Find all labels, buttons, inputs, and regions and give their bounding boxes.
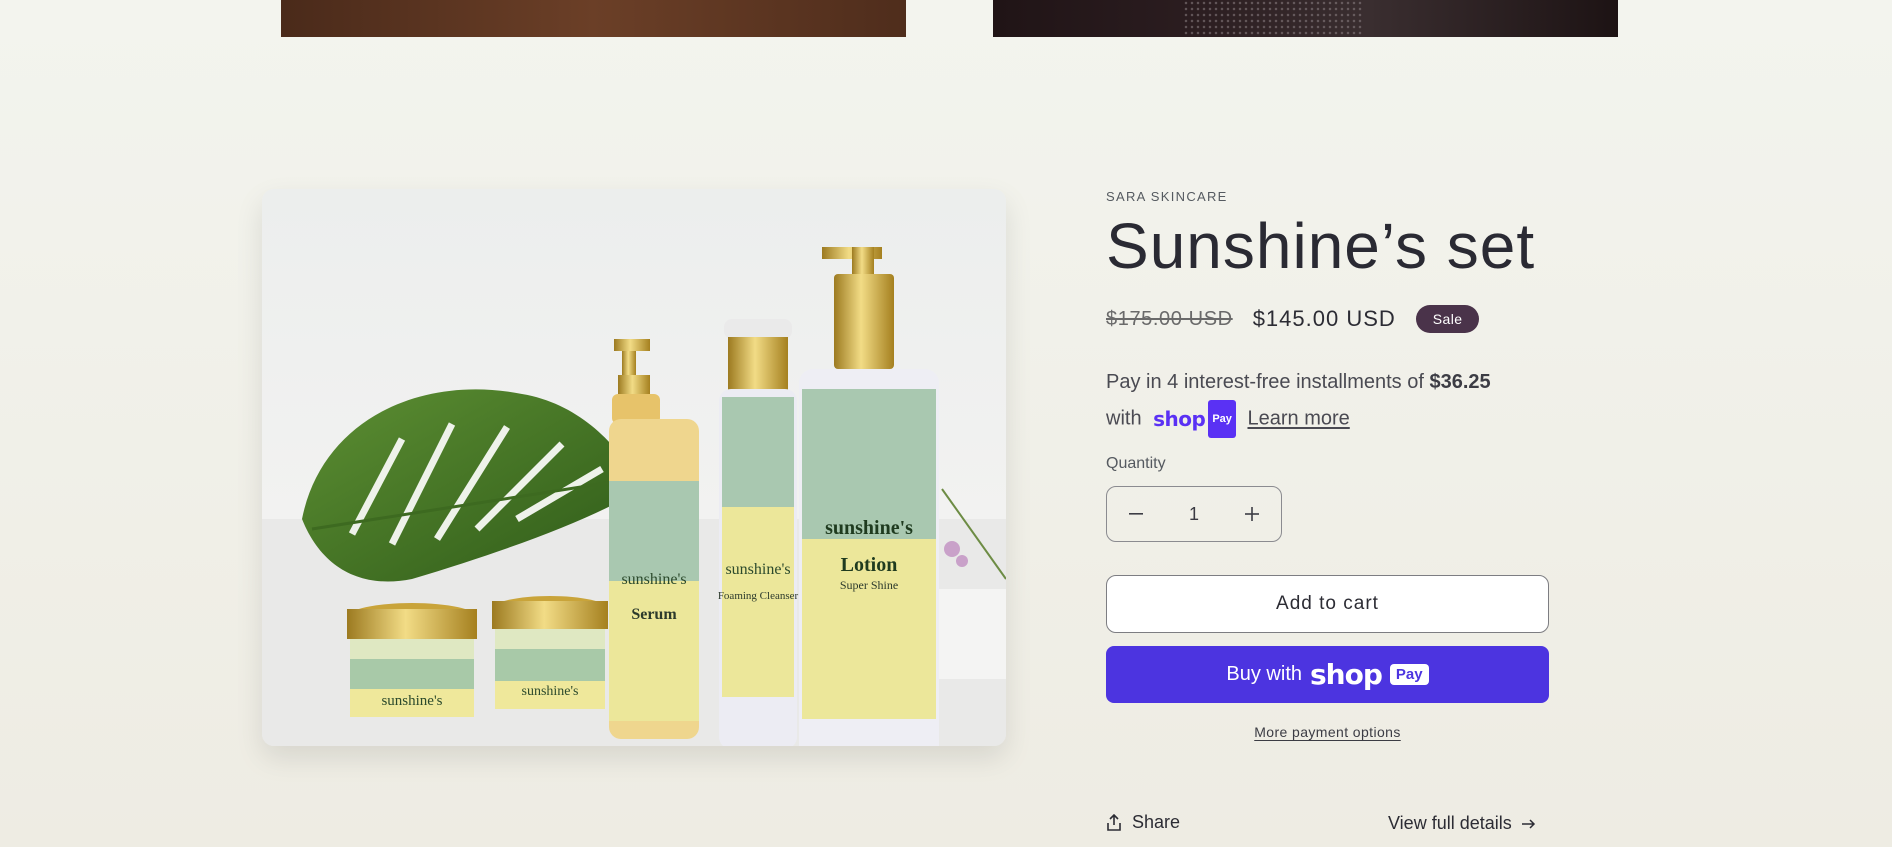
plus-icon (1244, 507, 1259, 521)
minus-icon (1129, 513, 1143, 515)
arrow-right-icon (1521, 818, 1535, 829)
collection-image-right[interactable] (993, 0, 1618, 37)
quantity-input[interactable]: 1 (1189, 504, 1199, 525)
lotion-title: Lotion (841, 554, 898, 576)
quantity-stepper: 1 (1106, 486, 1282, 542)
more-payment-options-link[interactable]: More payment options (1106, 724, 1549, 740)
installments-banner: Pay in 4 interest-free installments of $… (1106, 364, 1576, 438)
product-image[interactable]: sunshine's sunshine's sunshine's Serum s… (262, 189, 1006, 746)
quantity-increase-button[interactable] (1223, 487, 1281, 541)
buy-with-label: Buy with (1226, 663, 1302, 685)
price-row: $175.00 USD $145.00 USD Sale (1106, 302, 1480, 336)
installments-with: with (1106, 407, 1142, 430)
sale-badge: Sale (1415, 305, 1480, 333)
share-icon (1107, 813, 1121, 831)
foam-title: Foaming Cleanser (718, 590, 799, 602)
serum-title: Serum (631, 606, 677, 623)
sale-price: $145.00 USD (1252, 306, 1396, 331)
foam-name: sunshine's (725, 561, 790, 578)
quantity-label: Quantity (1106, 455, 1166, 472)
add-to-cart-button[interactable]: Add to cart (1106, 575, 1549, 633)
jar1-label: sunshine's (381, 693, 442, 709)
shop-pay-logo-icon: shop Pay (1153, 400, 1236, 438)
installment-amount: $36.25 (1429, 371, 1491, 393)
compare-at-price: $175.00 USD (1106, 307, 1233, 330)
share-label: Share (1132, 812, 1181, 832)
learn-more-link[interactable]: Learn more (1247, 407, 1349, 429)
lotion-name: sunshine's (825, 517, 913, 539)
installments-text: Pay in 4 interest-free installments of (1106, 371, 1424, 393)
view-full-details-link[interactable]: View full details (1388, 813, 1536, 834)
product-vendor: SARA SKINCARE (1106, 189, 1228, 204)
view-details-label: View full details (1388, 813, 1512, 833)
quantity-decrease-button[interactable] (1107, 487, 1165, 541)
shop-pay-badge: Pay (1208, 400, 1236, 438)
product-title: Sunshine’s set (1106, 210, 1536, 282)
lotion-sub: Super Shine (840, 578, 898, 592)
shop-pay-wordmark: shop (1310, 658, 1383, 691)
share-button[interactable]: Share (1106, 812, 1180, 833)
shop-pay-text: shop (1153, 407, 1206, 431)
buy-with-shop-pay-button[interactable]: Buy with shop Pay (1106, 646, 1549, 703)
collection-image-left[interactable] (281, 0, 906, 37)
shop-pay-badge-large: Pay (1389, 664, 1429, 685)
jar2-label: sunshine's (522, 684, 579, 699)
serum-name: sunshine's (621, 571, 686, 588)
